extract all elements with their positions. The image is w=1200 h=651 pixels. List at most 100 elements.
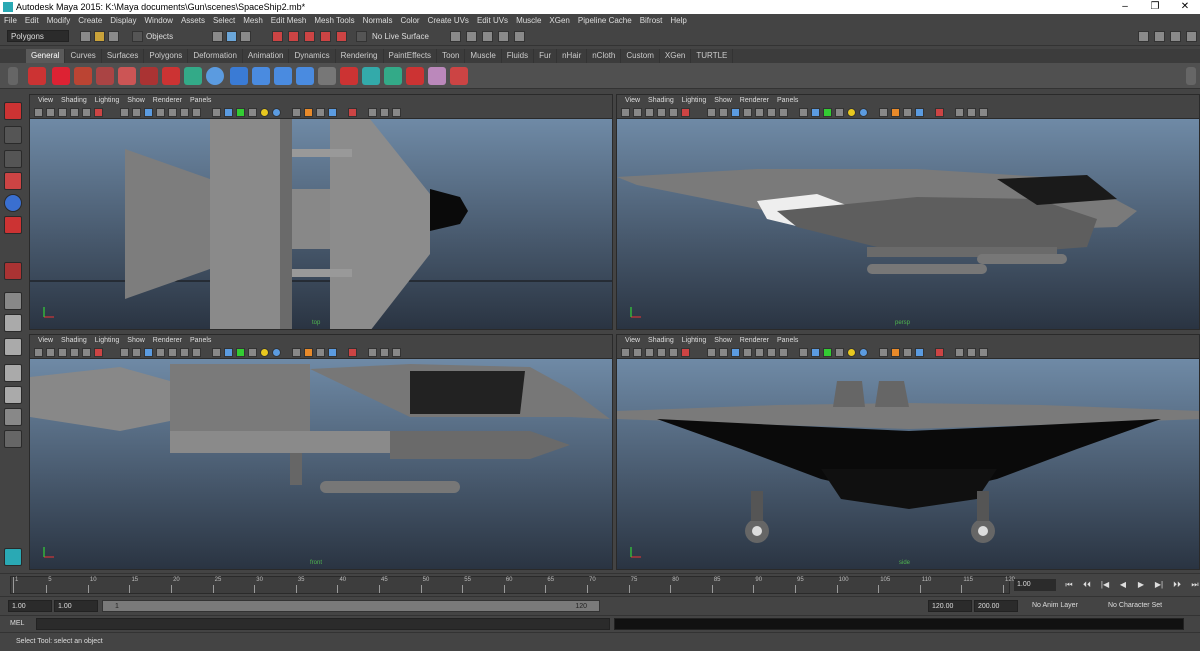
select-by-hierarchy-icon[interactable] — [212, 31, 223, 42]
graph-editor-icon[interactable] — [340, 67, 358, 85]
script-language-label[interactable]: MEL — [10, 618, 24, 630]
menu-mesh-tools[interactable]: Mesh Tools — [310, 14, 358, 28]
make-live-icon[interactable] — [336, 31, 347, 42]
selection-mode-icon[interactable] — [132, 31, 143, 42]
vp-menu-shading[interactable]: Shading — [644, 95, 678, 106]
film-gate-icon[interactable] — [94, 348, 103, 357]
shadows-icon[interactable] — [168, 348, 177, 357]
vp-menu-renderer[interactable]: Renderer — [149, 335, 186, 346]
xray-joints-icon[interactable] — [236, 108, 245, 117]
isolate-select-icon[interactable] — [799, 348, 808, 357]
gamma-icon[interactable] — [292, 348, 301, 357]
hypershade-layout-icon[interactable] — [4, 386, 22, 404]
attribute-editor-icon[interactable] — [1154, 31, 1165, 42]
vp-menu-panels[interactable]: Panels — [773, 95, 802, 106]
play-backwards-button[interactable]: ◀ — [1116, 579, 1130, 591]
show-modeling-toolkit-icon[interactable] — [1138, 31, 1149, 42]
menu-assets[interactable]: Assets — [177, 14, 209, 28]
select-camera-icon[interactable] — [34, 348, 43, 357]
shelf-tab-general[interactable]: General — [26, 49, 66, 63]
persp-graph-layout-icon[interactable] — [4, 364, 22, 382]
snap-view-plane-icon[interactable] — [320, 31, 331, 42]
grid-icon[interactable] — [82, 108, 91, 117]
viewport-canvas-persp[interactable]: persp — [617, 119, 1199, 329]
safe-action-icon[interactable] — [979, 348, 988, 357]
gamma-icon[interactable] — [879, 348, 888, 357]
maximize-button[interactable]: ❐ — [1140, 0, 1170, 14]
vp-menu-panels[interactable]: Panels — [186, 335, 215, 346]
play-forwards-button[interactable]: ▶ — [1134, 579, 1148, 591]
viewport-persp[interactable]: View Shading Lighting Show Renderer Pane… — [616, 94, 1200, 330]
shelf-tab-painteffects[interactable]: PaintEffects — [384, 49, 438, 63]
single-perspective-layout-icon[interactable] — [4, 292, 22, 310]
sphere-shade-icon[interactable] — [859, 108, 868, 117]
xray-icon[interactable] — [811, 348, 820, 357]
shelf-tab-turtle[interactable]: TURTLE — [691, 49, 734, 63]
step-forward-key-button[interactable]: ⏵⏵ — [1170, 579, 1184, 591]
bookmarks-icon[interactable] — [58, 348, 67, 357]
animation-start-field[interactable]: 1.00 — [8, 600, 52, 612]
shelf-menu-icon[interactable] — [8, 67, 18, 85]
wireframe-icon[interactable] — [120, 108, 129, 117]
sphere-icon[interactable] — [206, 67, 224, 85]
move-tool-icon[interactable] — [4, 172, 22, 190]
textured-icon[interactable] — [731, 348, 740, 357]
vp-menu-renderer[interactable]: Renderer — [736, 335, 773, 346]
vp-menu-show[interactable]: Show — [710, 335, 736, 346]
field-chart-icon[interactable] — [967, 348, 976, 357]
vp-menu-show[interactable]: Show — [123, 335, 149, 346]
custom-layout-icon[interactable] — [4, 408, 22, 426]
textured-icon[interactable] — [731, 108, 740, 117]
animation-end-field[interactable]: 200.00 — [974, 600, 1018, 612]
channel-box-icon[interactable] — [1170, 31, 1181, 42]
persp-outliner-layout-icon[interactable] — [4, 338, 22, 356]
smooth-shade-icon[interactable] — [132, 348, 141, 357]
safe-action-icon[interactable] — [979, 108, 988, 117]
vp-menu-renderer[interactable]: Renderer — [149, 95, 186, 106]
gate-mask-icon[interactable] — [955, 348, 964, 357]
vp-menu-lighting[interactable]: Lighting — [91, 335, 124, 346]
menu-display[interactable]: Display — [106, 14, 140, 28]
step-forward-frame-button[interactable]: ▶| — [1152, 579, 1166, 591]
vp-menu-view[interactable]: View — [621, 95, 644, 106]
select-tool-icon[interactable] — [4, 102, 22, 120]
field-chart-icon[interactable] — [380, 348, 389, 357]
wireframe-icon[interactable] — [120, 348, 129, 357]
shadows-icon[interactable] — [755, 108, 764, 117]
safe-action-icon[interactable] — [392, 108, 401, 117]
use-lights-icon[interactable] — [743, 348, 752, 357]
screen-space-ao-icon[interactable] — [180, 348, 189, 357]
joint-tool-icon[interactable] — [96, 67, 114, 85]
snap-curve-icon[interactable] — [288, 31, 299, 42]
cube-icon[interactable] — [230, 67, 248, 85]
gamma-icon[interactable] — [292, 108, 301, 117]
step-back-key-button[interactable]: ⏴⏴ — [1080, 579, 1094, 591]
gamma-icon[interactable] — [879, 108, 888, 117]
viewport-front[interactable]: View Shading Lighting Show Renderer Pane… — [29, 334, 613, 570]
screen-space-ao-icon[interactable] — [180, 108, 189, 117]
motion-blur-icon[interactable] — [192, 108, 201, 117]
motion-blur-icon[interactable] — [779, 348, 788, 357]
rotate-tool-icon[interactable] — [4, 194, 22, 212]
vp-menu-lighting[interactable]: Lighting — [678, 335, 711, 346]
vp-menu-shading[interactable]: Shading — [57, 95, 91, 106]
grid-icon[interactable] — [82, 348, 91, 357]
script-editor-icon[interactable] — [428, 67, 446, 85]
shelf-tab-rendering[interactable]: Rendering — [336, 49, 384, 63]
viewport-canvas-top[interactable]: top — [30, 119, 612, 329]
shelf-tab-toon[interactable]: Toon — [437, 49, 466, 63]
character-set-dropdown[interactable]: No Character Set — [1108, 600, 1162, 612]
motion-blur-icon[interactable] — [192, 348, 201, 357]
vp-menu-lighting[interactable]: Lighting — [91, 95, 124, 106]
motion-blur-icon[interactable] — [779, 108, 788, 117]
exposure-icon[interactable] — [891, 348, 900, 357]
vp-menu-view[interactable]: View — [34, 95, 57, 106]
xray-active-icon[interactable] — [248, 348, 257, 357]
camera-attributes-icon[interactable] — [46, 348, 55, 357]
layout-menu-icon[interactable] — [4, 430, 22, 448]
delete-history-icon[interactable] — [406, 67, 424, 85]
color-mgmt-icon[interactable] — [316, 348, 325, 357]
render-icon[interactable] — [466, 31, 477, 42]
shelf-tab-muscle[interactable]: Muscle — [465, 49, 502, 63]
scale-tool-icon[interactable] — [4, 216, 22, 234]
